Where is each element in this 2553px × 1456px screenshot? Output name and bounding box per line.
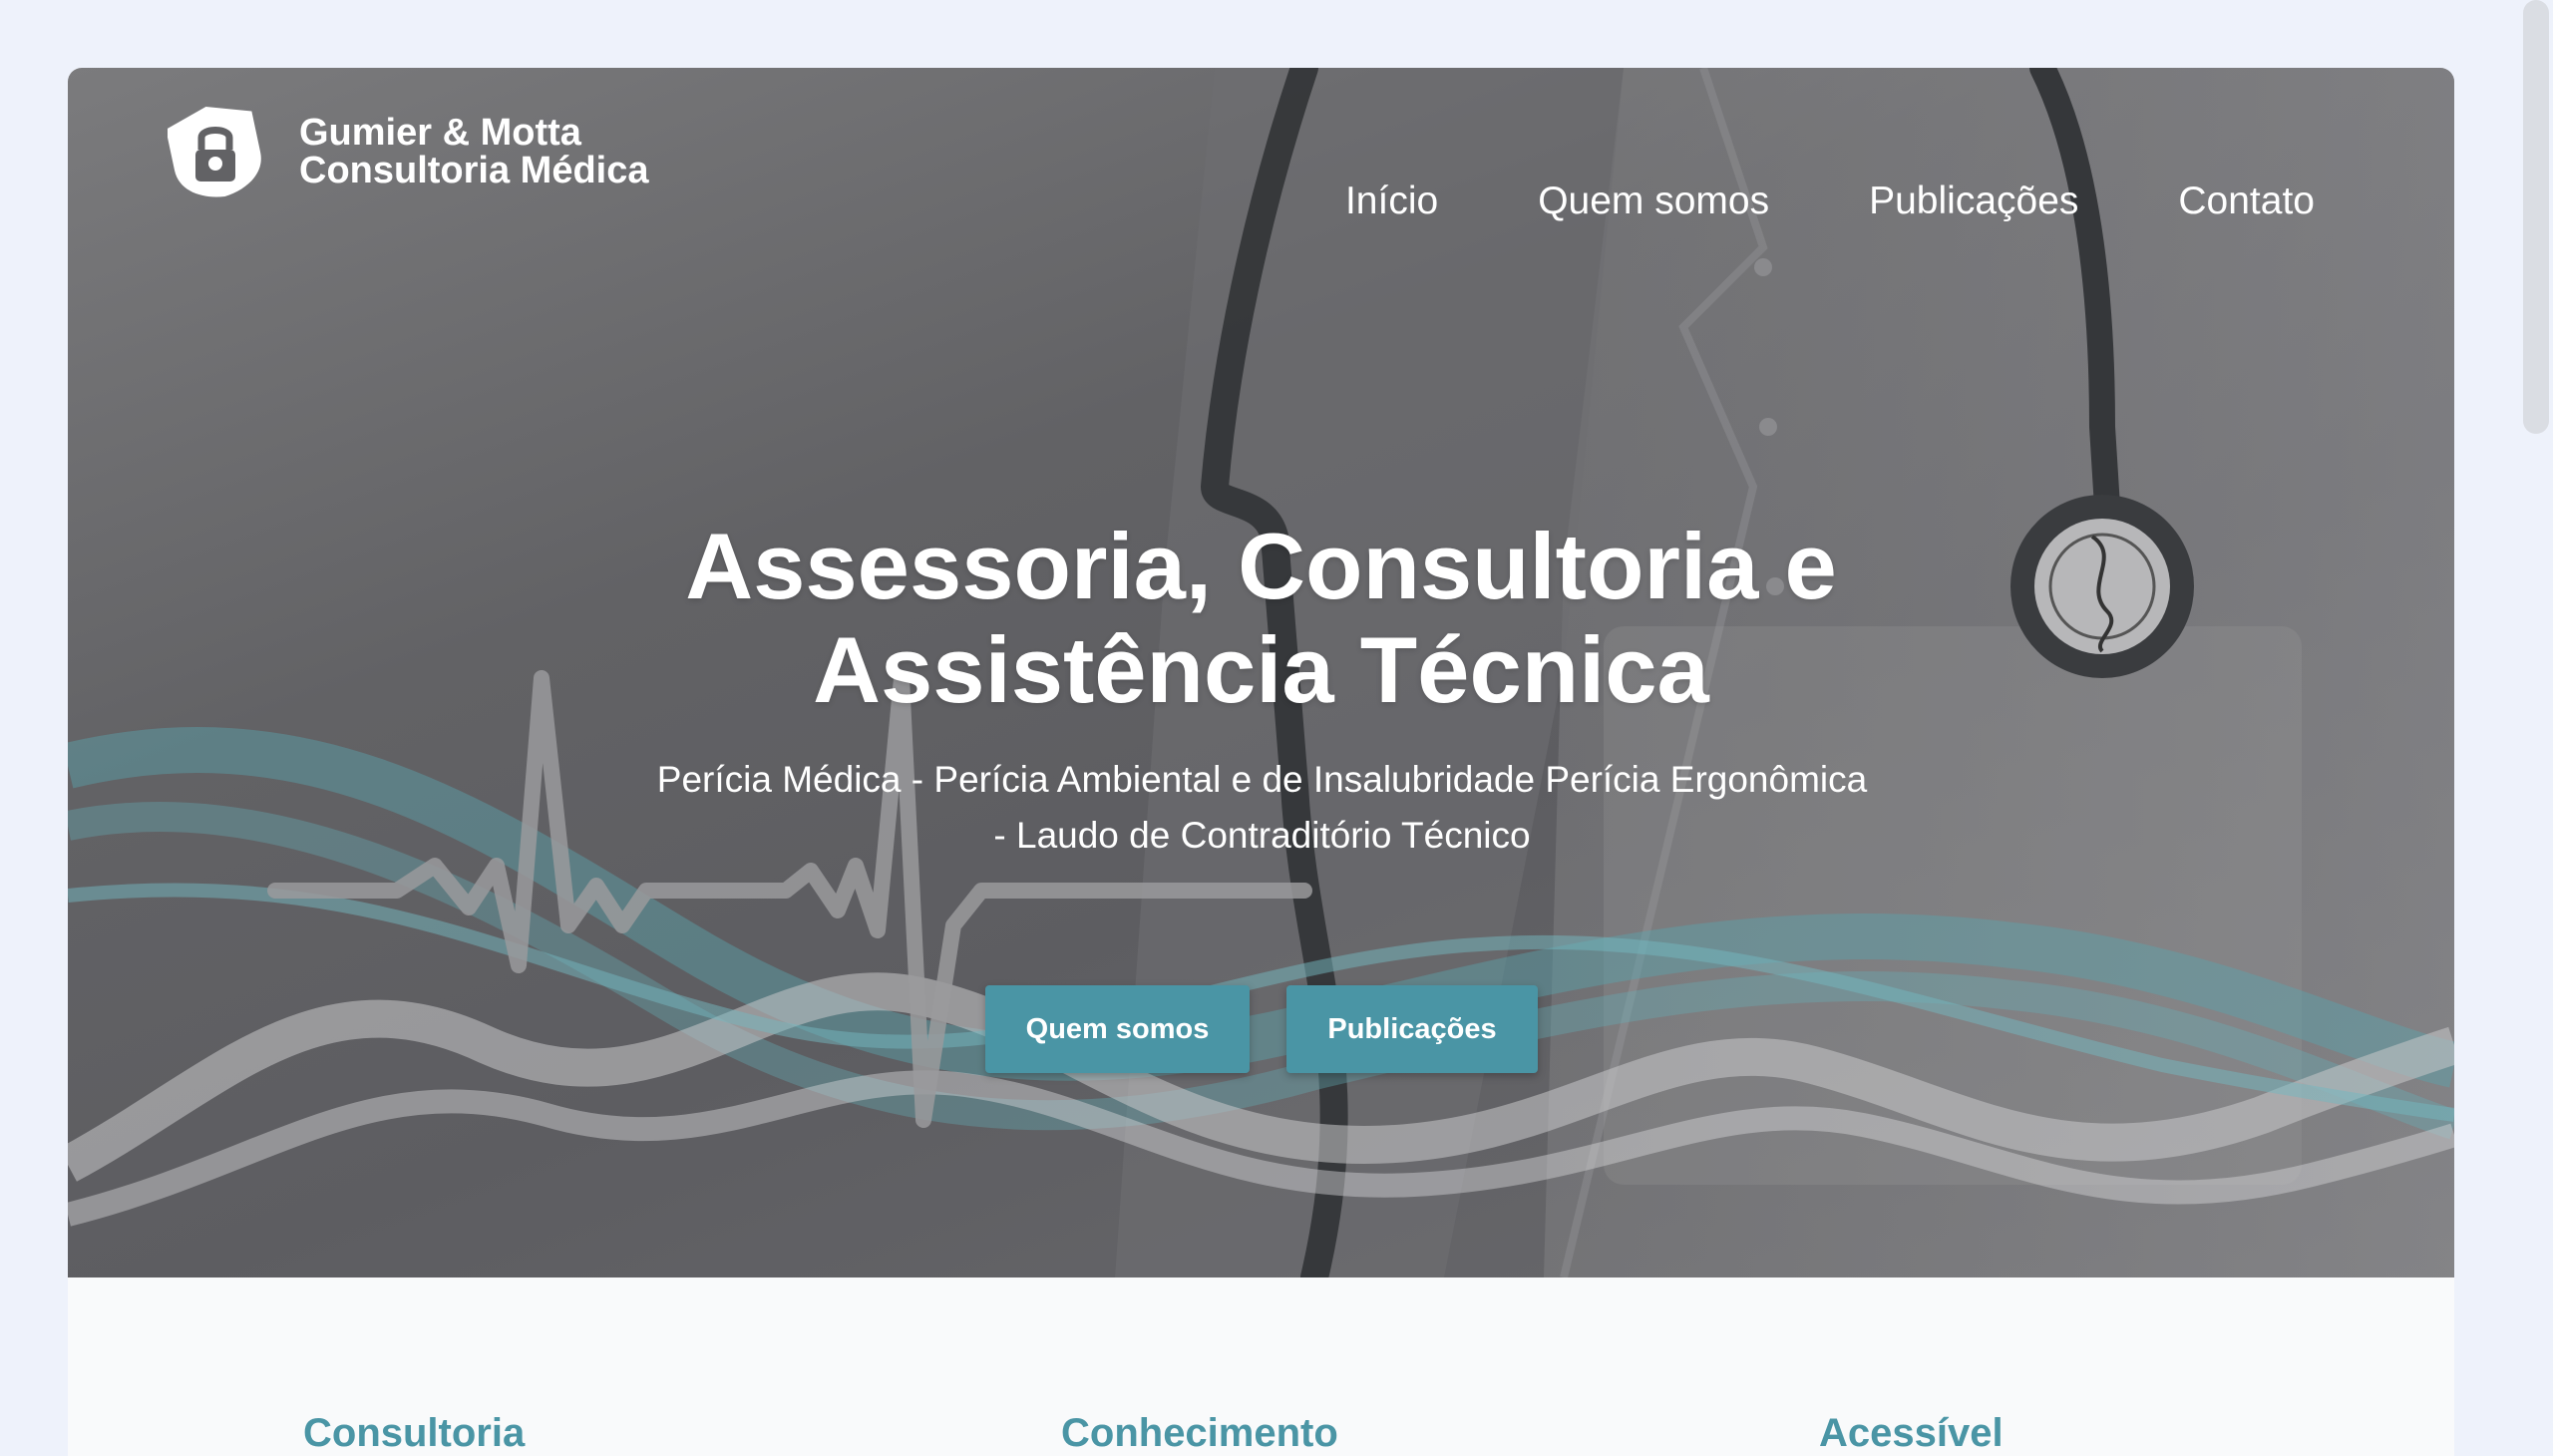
brand-name-line1: Gumier & Motta (299, 112, 581, 154)
nav-link-publicacoes[interactable]: Publicações (1869, 180, 2078, 222)
quem-somos-button[interactable]: Quem somos (985, 985, 1250, 1073)
feature-title-conhecimento: Conhecimento (1061, 1411, 1338, 1455)
nav-link-contato[interactable]: Contato (2178, 180, 2315, 222)
top-navbar: Gumier & Motta Consultoria Médica Início… (68, 68, 2454, 222)
hero-subtitle-line1: Perícia Médica - Perícia Ambiental e de … (656, 759, 1868, 800)
brand-name-line2: Consultoria Médica (299, 150, 649, 191)
hero-title-line1: Assessoria, Consultoria e (685, 514, 1837, 618)
scrollbar-thumb[interactable] (2523, 0, 2549, 434)
brand-name: Gumier & Motta Consultoria Médica (299, 114, 649, 189)
main-nav: Início Quem somos Publicações Contato (1345, 180, 2315, 223)
nav-item-publicacoes: Publicações (1869, 180, 2078, 223)
nav-item-contato: Contato (2178, 180, 2315, 223)
nav-link-quem-somos[interactable]: Quem somos (1538, 180, 1769, 222)
feature-title-consultoria: Consultoria (303, 1411, 526, 1455)
hero-title: Assessoria, Consultoria e Assistência Té… (68, 515, 2454, 722)
hero-section: Gumier & Motta Consultoria Médica Início… (68, 68, 2454, 1277)
hero-title-line2: Assistência Técnica (813, 617, 1709, 722)
nav-item-inicio: Início (1345, 180, 1438, 223)
brand-logo-link[interactable]: Gumier & Motta Consultoria Médica (168, 104, 649, 199)
nav-item-quem-somos: Quem somos (1538, 180, 1769, 223)
lock-shield-logo-icon (168, 107, 261, 197)
hero-subtitle: Perícia Médica - Perícia Ambiental e de … (611, 752, 1913, 864)
hero-subtitle-line2: - Laudo de Contraditório Técnico (993, 815, 1531, 856)
page-container: Gumier & Motta Consultoria Médica Início… (68, 68, 2454, 1456)
nav-link-inicio[interactable]: Início (1345, 180, 1438, 222)
feature-title-acessivel: Acessível (1819, 1411, 2004, 1455)
publicacoes-button[interactable]: Publicações (1286, 985, 1538, 1073)
